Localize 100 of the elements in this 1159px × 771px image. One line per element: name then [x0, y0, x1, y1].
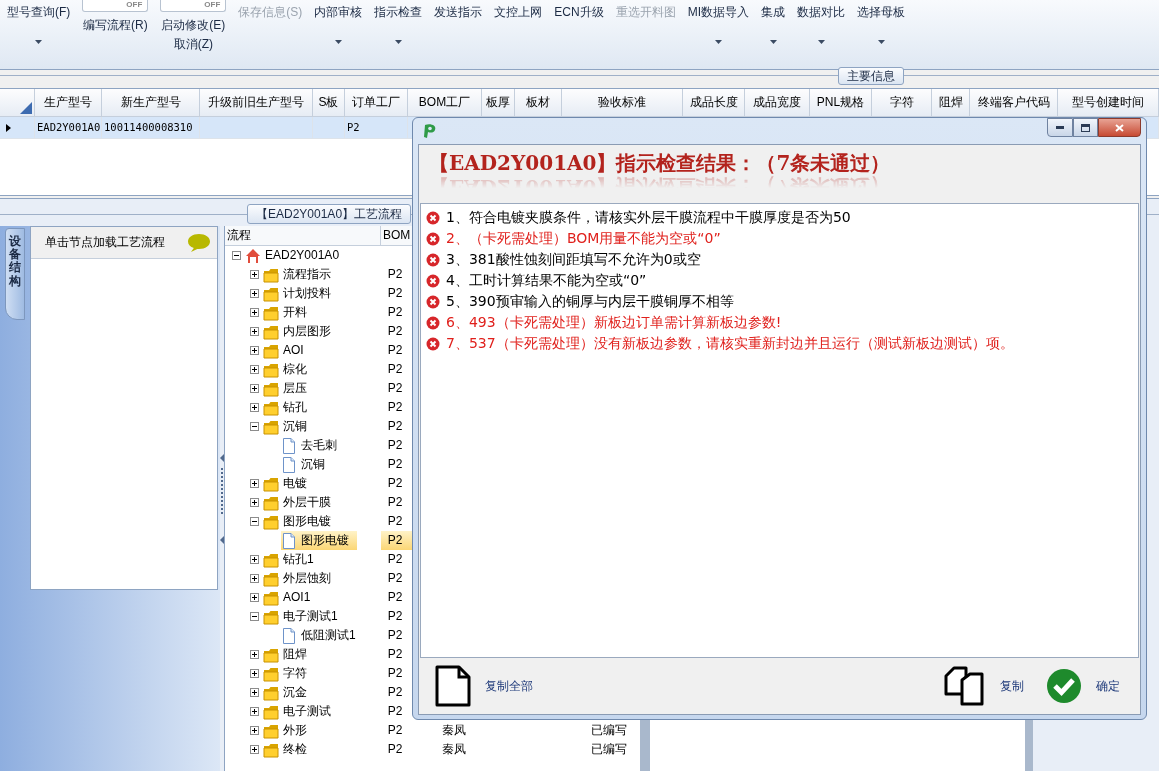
expand-icon[interactable] — [250, 498, 259, 507]
tree-item[interactable]: 电子测试1 — [263, 607, 346, 626]
toggle-switch[interactable]: OFF — [160, 0, 227, 12]
section-tab[interactable]: 【EAD2Y001A0】工艺流程 — [247, 204, 412, 225]
tree-item[interactable]: 阻焊 — [263, 645, 315, 664]
column-header[interactable]: 成品宽度 — [745, 89, 810, 117]
caret-icon[interactable] — [769, 40, 777, 44]
toolbar-button[interactable]: 取消(Z) — [173, 36, 213, 52]
column-header[interactable]: 字符 — [872, 89, 932, 117]
column-header[interactable]: 型号创建时间 — [1058, 89, 1159, 117]
caret-icon[interactable] — [817, 40, 825, 44]
column-header[interactable]: 成品长度 — [683, 89, 745, 117]
toolbar-button[interactable]: 文控上网 — [494, 4, 543, 20]
column-header[interactable]: 升级前旧生产型号 — [200, 89, 313, 117]
tree-item[interactable]: 计划投料 — [263, 284, 339, 303]
tree-item[interactable]: 内层图形 — [263, 322, 339, 341]
caret-icon[interactable] — [394, 40, 402, 44]
expand-icon[interactable] — [250, 650, 259, 659]
column-header[interactable]: 板厚 — [482, 89, 515, 117]
tree-item[interactable]: 去毛刺 — [281, 436, 345, 455]
toolbar-button[interactable]: 内部审核 — [314, 4, 363, 20]
copy-all-button[interactable]: 复制全部 — [435, 665, 533, 707]
tree-item[interactable]: 字符 — [263, 664, 315, 683]
expand-icon[interactable] — [250, 726, 259, 735]
tree-item[interactable]: 棕化 — [263, 360, 315, 379]
tree-item[interactable]: 沉铜 — [281, 455, 333, 474]
tree-item[interactable]: 层压 — [263, 379, 315, 398]
tree-item[interactable]: 电子测试 — [263, 702, 339, 721]
expand-icon[interactable] — [250, 289, 259, 298]
tree-item[interactable]: 沉铜 — [263, 417, 315, 436]
side-tab[interactable]: 设备结构 — [5, 228, 25, 320]
tree-item[interactable]: EAD2Y001A0 — [245, 246, 348, 265]
column-header[interactable]: 生产型号 — [35, 89, 102, 117]
tree-item[interactable]: 开料 — [263, 303, 315, 322]
caret-icon[interactable] — [714, 40, 722, 44]
toolbar-button[interactable]: 选择母板 — [857, 4, 905, 20]
column-header[interactable]: 阻焊 — [932, 89, 970, 117]
tree-item[interactable]: 图形电镀 — [281, 531, 357, 550]
tree-item[interactable]: 外层蚀刻 — [263, 569, 339, 588]
expand-icon[interactable] — [250, 384, 259, 393]
expand-icon[interactable] — [250, 365, 259, 374]
toolbar-button[interactable]: 发送指示 — [434, 4, 483, 20]
column-header[interactable]: 板材 — [515, 89, 562, 117]
tree-item[interactable]: 流程指示 — [263, 265, 339, 284]
tree-item[interactable]: 低阻测试1 — [281, 626, 364, 645]
copy-button[interactable]: 复制 — [944, 666, 1024, 706]
minimize-button[interactable] — [1047, 118, 1073, 137]
tree-item[interactable]: 钻孔 — [263, 398, 315, 417]
expand-icon[interactable] — [250, 669, 259, 678]
toolbar-button[interactable]: MI数据导入 — [687, 4, 749, 20]
caret-icon[interactable] — [877, 40, 885, 44]
collapse-icon[interactable] — [250, 612, 259, 621]
expand-icon[interactable] — [250, 346, 259, 355]
tree-item[interactable]: 外层干膜 — [263, 493, 339, 512]
expand-icon[interactable] — [250, 270, 259, 279]
ok-button[interactable]: 确定 — [1046, 668, 1120, 704]
expand-icon[interactable] — [250, 327, 259, 336]
caret-icon[interactable] — [35, 40, 43, 44]
expand-icon[interactable] — [250, 479, 259, 488]
expand-icon[interactable] — [250, 555, 259, 564]
tree-item[interactable]: AOI — [263, 341, 312, 360]
expand-icon[interactable] — [250, 403, 259, 412]
splitter-handle-icon[interactable] — [220, 453, 224, 544]
triangle-icon[interactable] — [20, 102, 32, 114]
column-header[interactable]: S板 — [313, 89, 345, 117]
toolbar-button[interactable]: 编写流程(R) — [83, 17, 148, 33]
toolbar-button[interactable]: 启动修改(E) — [161, 17, 226, 33]
row-header[interactable] — [0, 117, 35, 139]
tree-item[interactable]: 电镀 — [263, 474, 315, 493]
tree-item[interactable]: 沉金 — [263, 683, 315, 702]
tree-item[interactable]: 外形 — [263, 721, 315, 740]
column-header[interactable]: 验收标准 — [562, 89, 683, 117]
column-header[interactable]: 流程 — [225, 226, 381, 245]
caret-icon[interactable] — [334, 40, 342, 44]
collapse-icon[interactable] — [232, 251, 241, 260]
column-header[interactable]: BOM工厂 — [408, 89, 482, 117]
toolbar-button[interactable]: 型号查询(F) — [7, 4, 71, 20]
tree-item[interactable]: 钻孔1 — [263, 550, 322, 569]
tree-item[interactable]: 图形电镀 — [263, 512, 339, 531]
expand-icon[interactable] — [250, 745, 259, 754]
expand-icon[interactable] — [250, 688, 259, 697]
expand-icon[interactable] — [250, 593, 259, 602]
toggle-switch[interactable]: OFF — [82, 0, 149, 12]
expand-icon[interactable] — [250, 707, 259, 716]
column-header[interactable]: 订单工厂 — [345, 89, 408, 117]
expand-icon[interactable] — [250, 574, 259, 583]
toolbar-button[interactable]: 指示检查 — [374, 4, 423, 20]
column-header[interactable]: 终端客户代码 — [970, 89, 1058, 117]
tree-item[interactable]: 终检 — [263, 740, 315, 759]
maximize-button[interactable] — [1073, 118, 1098, 137]
expand-icon[interactable] — [250, 308, 259, 317]
toolbar-button[interactable]: 集成 — [761, 4, 785, 20]
collapse-icon[interactable] — [250, 422, 259, 431]
column-header[interactable]: 新生产型号 — [102, 89, 200, 117]
close-button[interactable] — [1098, 118, 1141, 137]
collapse-icon[interactable] — [250, 517, 259, 526]
column-header[interactable]: PNL规格 — [810, 89, 872, 117]
toolbar-button[interactable]: ECN升级 — [554, 4, 604, 20]
toolbar-button[interactable]: 数据对比 — [797, 4, 845, 20]
tree-item[interactable]: AOI1 — [263, 588, 319, 607]
